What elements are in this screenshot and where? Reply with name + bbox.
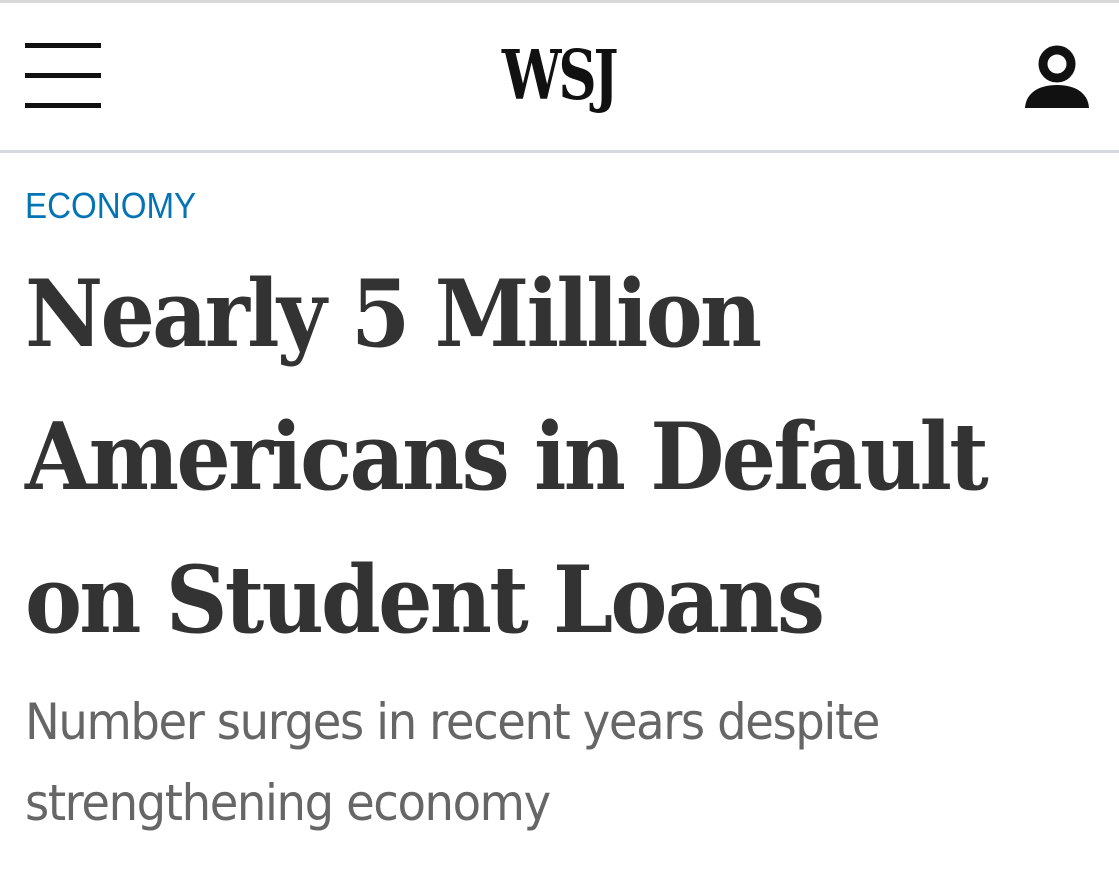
headline-line: Nearly 5 Million: [25, 259, 762, 368]
article-headline: Nearly 5 Million Americans in Default on…: [25, 242, 1019, 671]
headline-line: Americans in Default: [25, 402, 989, 511]
dek-line: Number surges in recent years despite: [25, 693, 880, 751]
article-dek: Number surges in recent years despite st…: [25, 682, 1039, 844]
menu-bar: [25, 103, 101, 108]
menu-bar: [25, 73, 101, 78]
dek-line: strengthening economy: [25, 774, 551, 832]
user-account-icon[interactable]: [1022, 45, 1092, 111]
menu-bar: [25, 43, 101, 48]
hamburger-menu-icon[interactable]: [25, 43, 101, 109]
user-silhouette: [1025, 45, 1089, 108]
section-link-economy[interactable]: ECONOMY: [25, 181, 196, 231]
headline-line: on Student Loans: [25, 545, 825, 654]
site-header: WSJ: [0, 3, 1119, 150]
wsj-logo[interactable]: WSJ: [122, 31, 995, 121]
header-divider: [0, 150, 1119, 153]
